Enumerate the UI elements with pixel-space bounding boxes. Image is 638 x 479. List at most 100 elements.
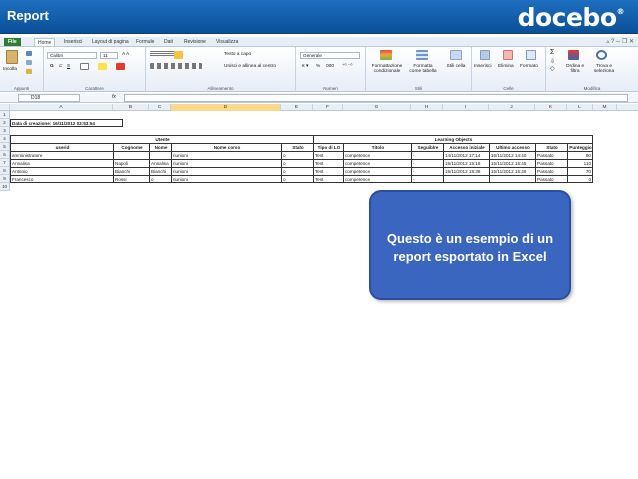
find-icon[interactable]	[596, 50, 607, 60]
find-select-button[interactable]: Trova e seleziona	[590, 64, 618, 74]
table-cell[interactable]: Annalisa	[10, 159, 113, 167]
format-painter-icon[interactable]	[26, 69, 32, 74]
paste-icon[interactable]	[6, 50, 18, 64]
table-cell[interactable]: 15/11/2012 15:46	[489, 167, 535, 175]
table-cell[interactable]: 110	[567, 159, 593, 167]
conditional-formatting-button[interactable]: Formattazione condizionale	[368, 64, 406, 74]
window-controls[interactable]: ▵ ? ─ ❐ ✕	[606, 38, 634, 45]
table-cell[interactable]: -	[411, 159, 443, 167]
table-cell[interactable]: o	[281, 159, 313, 167]
sort-filter-button[interactable]: Ordina e filtra	[564, 64, 586, 74]
table-cell[interactable]: Napoli	[113, 159, 149, 167]
table-cell[interactable]: 0	[567, 175, 593, 183]
percent-button[interactable]: %	[316, 64, 320, 69]
column-header-a[interactable]: A	[10, 104, 113, 111]
table-cell[interactable]: -	[411, 151, 443, 159]
sort-filter-icon[interactable]	[568, 50, 579, 60]
column-header-g[interactable]: G	[343, 104, 411, 111]
table-cell[interactable]: o	[281, 175, 313, 183]
table-header-cell[interactable]: Cognome	[113, 143, 149, 151]
row-header-1[interactable]: 1	[0, 111, 10, 119]
table-cell[interactable]: competence	[343, 175, 411, 183]
table-header-cell[interactable]: Stato	[535, 143, 567, 151]
delete-cells-button[interactable]: Elimina	[498, 64, 514, 69]
row-header-6[interactable]: 6	[0, 151, 10, 159]
table-cell[interactable]: 15/11/2012 15:45	[489, 159, 535, 167]
column-header-k[interactable]: K	[535, 104, 567, 111]
table-cell[interactable]: 70	[567, 167, 593, 175]
tab-formule[interactable]: Formule	[136, 38, 154, 46]
font-size-select[interactable]: 11	[100, 52, 118, 59]
table-cell[interactable]: amministratore	[10, 151, 113, 159]
table-cell[interactable]: Antonio	[10, 167, 113, 175]
table-cell[interactable]	[149, 151, 171, 159]
fill-icon[interactable]: ⇩	[550, 58, 555, 65]
table-header-cell[interactable]: Nome corso	[171, 143, 281, 151]
creation-date-cell[interactable]: Data di creazione: 16/11/2012 03:53:54	[10, 119, 123, 127]
table-header-cell[interactable]: Punteggio	[567, 143, 593, 151]
table-cell[interactable]: Francesco	[10, 175, 113, 183]
select-all-corner[interactable]	[0, 104, 10, 111]
table-cell[interactable]: Test	[313, 159, 343, 167]
autosum-icon[interactable]: Σ	[550, 49, 554, 56]
table-cell[interactable]: Annalisa	[149, 159, 171, 167]
table-cell[interactable]: 90	[567, 151, 593, 159]
align-horizontal-icons[interactable]	[150, 63, 202, 69]
column-header-b[interactable]: B	[113, 104, 149, 111]
font-grow-icon[interactable]: A A	[122, 52, 129, 57]
table-cell[interactable]: competence	[343, 167, 411, 175]
format-cells-icon[interactable]	[526, 50, 536, 60]
table-cell[interactable]: Test	[313, 167, 343, 175]
table-cell[interactable]: riunioni	[171, 151, 281, 159]
insert-cells-button[interactable]: Inserisci	[474, 64, 492, 69]
fx-label[interactable]: fx	[112, 94, 116, 100]
table-cell[interactable]: Rossi	[113, 175, 149, 183]
clear-icon[interactable]: ◇	[550, 65, 555, 72]
tab-visualizza[interactable]: Visualizza	[216, 38, 238, 46]
table-header-cell[interactable]: Ultimo accesso	[489, 143, 535, 151]
merge-center-button[interactable]: Unisci e allinea al centro	[224, 64, 276, 69]
row-header-4[interactable]: 4	[0, 135, 10, 143]
table-cell[interactable]: riunioni	[171, 167, 281, 175]
tab-file[interactable]: File	[4, 38, 21, 46]
table-cell[interactable]: o	[281, 151, 313, 159]
font-color-icon[interactable]	[116, 63, 125, 70]
underline-button[interactable]: S	[67, 64, 70, 69]
table-cell[interactable]: -	[411, 175, 443, 183]
italic-button[interactable]: C	[59, 64, 62, 69]
group-header-utente[interactable]: Utente	[10, 135, 313, 143]
formula-input[interactable]	[124, 94, 628, 102]
table-cell[interactable]: Passato	[535, 159, 567, 167]
decimal-icons[interactable]: ⁺⁰ ⁻⁰	[342, 64, 352, 69]
table-header-cell[interactable]: Tipo di LO	[313, 143, 343, 151]
table-cell[interactable]: 15/11/2012 15:18	[443, 159, 489, 167]
row-header-9[interactable]: 9	[0, 175, 10, 183]
table-cell[interactable]: -	[411, 167, 443, 175]
cut-icon[interactable]	[26, 51, 32, 56]
format-cells-button[interactable]: Formato	[520, 64, 538, 69]
row-header-7[interactable]: 7	[0, 159, 10, 167]
column-header-c[interactable]: C	[149, 104, 171, 111]
cell-styles-button[interactable]: Stili cella	[446, 64, 466, 69]
table-header-cell[interactable]: userid	[10, 143, 113, 151]
table-cell[interactable]: Test	[313, 151, 343, 159]
row-header-3[interactable]: 3	[0, 127, 10, 135]
number-format-select[interactable]: Generale	[300, 52, 360, 59]
table-header-cell[interactable]: Seguiblre	[411, 143, 443, 151]
column-header-h[interactable]: H	[411, 104, 443, 111]
thousands-button[interactable]: 000	[326, 64, 334, 69]
table-cell[interactable]: 16/11/2012 14:40	[489, 151, 535, 159]
table-header-cell[interactable]: Accesso iniziale	[443, 143, 489, 151]
font-name-select[interactable]: Calibri	[47, 52, 97, 59]
table-cell[interactable]: competence	[343, 159, 411, 167]
table-cell[interactable]	[443, 175, 489, 183]
bold-button[interactable]: G	[50, 64, 54, 69]
table-cell[interactable]	[113, 151, 149, 159]
tab-layout[interactable]: Layout di pagina	[92, 38, 129, 46]
delete-cells-icon[interactable]	[503, 50, 513, 60]
row-header-8[interactable]: 8	[0, 167, 10, 175]
tab-dati[interactable]: Dati	[164, 38, 173, 46]
row-header-10[interactable]: 10	[0, 183, 10, 191]
column-header-i[interactable]: I	[443, 104, 489, 111]
table-cell[interactable]: 15/11/2012 15:38	[443, 167, 489, 175]
